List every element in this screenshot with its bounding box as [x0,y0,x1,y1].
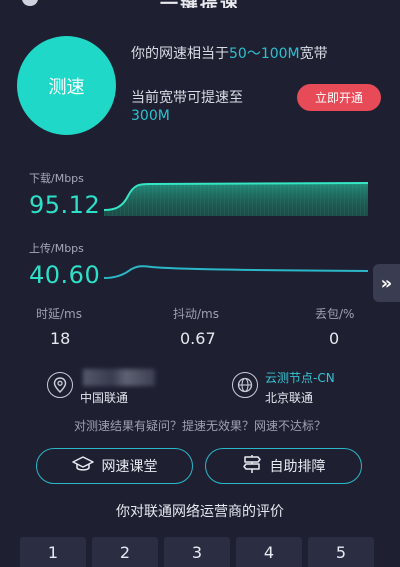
rating-option-2[interactable]: 2 [92,537,158,567]
packet-loss-value: 0 [329,329,340,348]
feedback-question[interactable]: 对测速结果有疑问？提速无效果？网速不达标？ [0,417,400,434]
jitter-label: 抖动/ms [173,307,219,321]
rating-title: 你对联通网络运营商的评价 [116,504,284,520]
upload-label: 上传/Mbps [29,242,84,255]
expand-arrow-button[interactable]: » [373,264,400,302]
ip-address-blurred [83,369,155,386]
speed-course-button[interactable]: 网速课堂 [36,448,193,484]
page-title: 一键提速 [0,0,400,8]
location-pin-icon [47,372,73,398]
rating-option-5[interactable]: 5 [308,537,374,567]
speed-equivalent-text: 你的网速相当于50～100M宽带 [131,43,328,63]
upload-chart [104,265,368,279]
boost-prefix-text: 当前宽带可提速至 [131,90,243,106]
download-chart [104,182,368,216]
speed-equivalent-value: 50～100M [229,46,300,62]
speed-equivalent-prefix: 你的网速相当于 [131,46,229,62]
speed-test-button[interactable]: 测速 [17,36,116,135]
latency-value: 18 [50,329,71,348]
jitter-value: 0.67 [180,329,216,348]
upload-value: 40.60 [29,261,101,289]
latency-label: 时延/ms [36,307,82,321]
rating-option-4[interactable]: 4 [236,537,302,567]
speed-course-label: 网速课堂 [101,459,158,475]
graduation-cap-icon [71,455,94,477]
boost-value-text: 300M [131,108,170,124]
test-node-title[interactable]: 云测节点-CN [265,369,335,386]
isp-name: 中国联通 [80,391,129,405]
download-label: 下载/Mbps [29,172,84,185]
rating-option-3[interactable]: 3 [164,537,230,567]
activate-now-button[interactable]: 立即开通 [297,84,381,111]
packet-loss-label: 丢包/% [315,307,355,321]
rating-option-1[interactable]: 1 [20,537,86,567]
test-node-name: 北京联通 [265,391,314,405]
signpost-icon [242,454,262,478]
download-value: 95.12 [29,191,101,219]
self-troubleshoot-label: 自助排障 [269,459,326,475]
speed-equivalent-suffix: 宽带 [299,46,328,62]
self-troubleshoot-button[interactable]: 自助排障 [205,448,362,484]
globe-icon [232,372,258,398]
